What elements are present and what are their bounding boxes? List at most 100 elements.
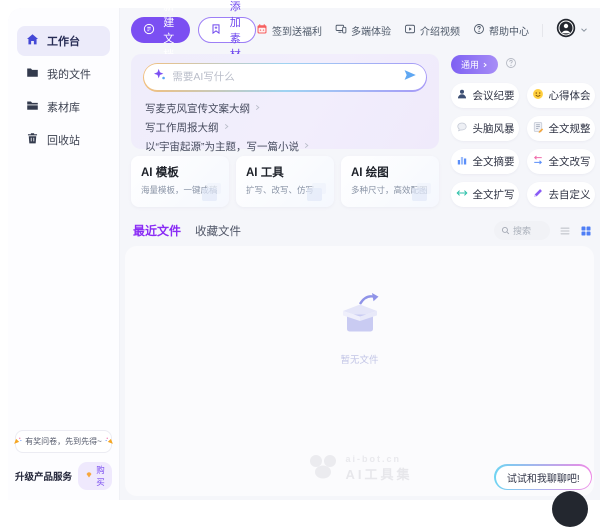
send-icon[interactable] xyxy=(403,68,417,87)
person-icon xyxy=(456,88,468,103)
paw-logo-icon xyxy=(306,453,338,484)
folder-icon xyxy=(26,66,39,82)
account-menu[interactable] xyxy=(556,18,588,43)
question-icon xyxy=(473,23,485,38)
chevron-right-icon xyxy=(303,140,310,152)
sidebar-item-label: 我的文件 xyxy=(47,66,91,82)
sidebar-item-label: 工作台 xyxy=(47,33,80,49)
card-title: AI 绘图 xyxy=(351,164,429,180)
watermark: ai-bot.cn AI工具集 xyxy=(306,453,412,484)
link-intro-video[interactable]: 介绍视频 xyxy=(404,23,460,38)
tab-recent-files[interactable]: 最近文件 xyxy=(133,222,181,239)
sidebar-nav: 工作台 我的文件 素材库 回收站 xyxy=(8,8,119,155)
tools-ghost-icon xyxy=(306,182,330,207)
ai-prompt-panel: 写麦克风宣传文案大纲 写工作周报大纲 以“宇宙起源”为主题，写一篇小说 xyxy=(131,54,439,149)
document-edit-icon xyxy=(532,121,544,136)
suggestion-text: 写工作周报大纲 xyxy=(145,120,219,135)
quick-tools-grid: 会议纪要 心得体会 头脑风暴 全文规整 全文摘要 xyxy=(451,83,595,207)
file-search-box[interactable] xyxy=(494,221,550,240)
card-title: AI 工具 xyxy=(246,164,324,180)
party-icon xyxy=(13,436,22,447)
link-signin-reward[interactable]: 签到送福利 xyxy=(256,23,322,38)
chevron-right-icon xyxy=(254,102,261,114)
sparkle-icon xyxy=(153,68,166,86)
sidebar-footer: 有奖问卷，先到先得~ 升级产品服务 购买 xyxy=(15,430,112,490)
tool-label: 全文扩写 xyxy=(473,187,515,202)
card-ai-templates[interactable]: AI 模板 海量模板，一键成稿 xyxy=(131,156,229,207)
tool-full-text-expand[interactable]: 全文扩写 xyxy=(451,182,519,207)
category-label: 通用 xyxy=(461,58,479,71)
survey-promo-banner[interactable]: 有奖问卷，先到先得~ xyxy=(15,430,112,453)
card-ai-drawing[interactable]: AI 绘图 多种尺寸，高效配图 xyxy=(341,156,439,207)
link-label: 签到送福利 xyxy=(272,23,322,38)
new-document-button[interactable]: 新建文档 xyxy=(131,17,190,43)
ai-prompt-input[interactable] xyxy=(172,71,396,83)
sidebar-item-my-files[interactable]: 我的文件 xyxy=(17,59,110,89)
topbar-divider xyxy=(542,24,543,37)
expand-arrows-icon xyxy=(456,187,468,202)
video-icon xyxy=(404,23,416,38)
card-title: AI 模板 xyxy=(141,164,219,180)
new-document-label: 新建文档 xyxy=(160,0,178,62)
empty-state: 暂无文件 xyxy=(125,290,594,366)
ai-input-wrapper xyxy=(143,63,427,92)
upgrade-label: 升级产品服务 xyxy=(15,469,72,483)
sidebar-item-recycle-bin[interactable]: 回收站 xyxy=(17,125,110,155)
chevron-right-icon xyxy=(482,60,488,70)
tab-favorite-files[interactable]: 收藏文件 xyxy=(195,223,241,239)
link-multi-device[interactable]: 多端体验 xyxy=(335,23,391,38)
sidebar-item-library[interactable]: 素材库 xyxy=(17,92,110,122)
drawing-ghost-icon xyxy=(411,182,435,207)
survey-promo-text: 有奖问卷，先到先得~ xyxy=(25,436,102,447)
watermark-line1: ai-bot.cn xyxy=(345,454,412,464)
tool-full-text-organize[interactable]: 全文规整 xyxy=(527,116,595,141)
file-search-input[interactable] xyxy=(513,226,543,236)
quick-tools-panel: 通用 会议纪要 心得体会 头脑风暴 xyxy=(451,55,595,207)
app-window: 工作台 我的文件 素材库 回收站 有奖问卷，先到先得~ 升级产品服务 xyxy=(8,8,600,500)
speech-bubble-icon xyxy=(456,121,468,136)
sidebar-item-workspace[interactable]: 工作台 xyxy=(17,26,110,56)
files-panel: 暂无文件 ai-bot.cn AI工具集 xyxy=(125,246,594,496)
avatar xyxy=(556,18,576,43)
link-label: 介绍视频 xyxy=(420,23,460,38)
suggestion-text: 写麦克风宣传文案大纲 xyxy=(145,101,250,116)
tool-brainstorm[interactable]: 头脑风暴 xyxy=(451,116,519,141)
suggestion-item[interactable]: 以“宇宙起源”为主题，写一篇小说 xyxy=(145,137,425,156)
grid-view-icon[interactable] xyxy=(580,225,592,237)
suggestion-text: 以“宇宙起源”为主题，写一篇小说 xyxy=(145,139,299,154)
category-pill[interactable]: 通用 xyxy=(451,55,498,74)
chevron-down-icon xyxy=(580,21,588,39)
tool-label: 全文改写 xyxy=(549,154,591,169)
card-ai-tools[interactable]: AI 工具 扩写、改写、仿写 xyxy=(236,156,334,207)
suggestion-item[interactable]: 写工作周报大纲 xyxy=(145,118,425,137)
library-icon xyxy=(26,99,39,115)
ai-input-box[interactable] xyxy=(144,64,425,90)
tool-label: 头脑风暴 xyxy=(473,121,515,136)
chat-robot-avatar[interactable] xyxy=(552,491,588,527)
template-ghost-icon xyxy=(201,182,225,207)
add-material-button[interactable]: 添加素材 xyxy=(198,17,257,43)
search-icon xyxy=(501,222,510,240)
upgrade-row: 升级产品服务 购买 xyxy=(15,462,112,490)
buy-button[interactable]: 购买 xyxy=(78,462,112,490)
party-icon xyxy=(105,436,114,447)
tool-customize[interactable]: 去自定义 xyxy=(527,182,595,207)
tool-full-text-summary[interactable]: 全文摘要 xyxy=(451,149,519,174)
link-label: 帮助中心 xyxy=(489,23,529,38)
link-help-center[interactable]: 帮助中心 xyxy=(473,23,529,38)
devices-icon xyxy=(335,23,347,38)
tool-full-text-rewrite[interactable]: 全文改写 xyxy=(527,149,595,174)
help-icon[interactable] xyxy=(505,56,517,74)
suggestion-item[interactable]: 写麦克风宣传文案大纲 xyxy=(145,99,425,118)
tool-reflections[interactable]: 心得体会 xyxy=(527,83,595,108)
gem-icon xyxy=(85,471,93,481)
feature-cards: AI 模板 海量模板，一键成稿 AI 工具 扩写、改写、仿写 AI 绘图 多种尺… xyxy=(131,156,439,207)
tool-meeting-minutes[interactable]: 会议纪要 xyxy=(451,83,519,108)
rewrite-arrows-icon xyxy=(532,154,544,169)
sidebar: 工作台 我的文件 素材库 回收站 有奖问卷，先到先得~ 升级产品服务 xyxy=(8,8,120,500)
topbar-links: 签到送福利 多端体验 介绍视频 帮助中心 xyxy=(256,18,588,43)
chart-icon xyxy=(456,154,468,169)
pencil-icon xyxy=(532,187,544,202)
chat-invite-bubble[interactable]: 试试和我聊聊吧! xyxy=(494,464,592,490)
list-view-icon[interactable] xyxy=(559,225,571,237)
